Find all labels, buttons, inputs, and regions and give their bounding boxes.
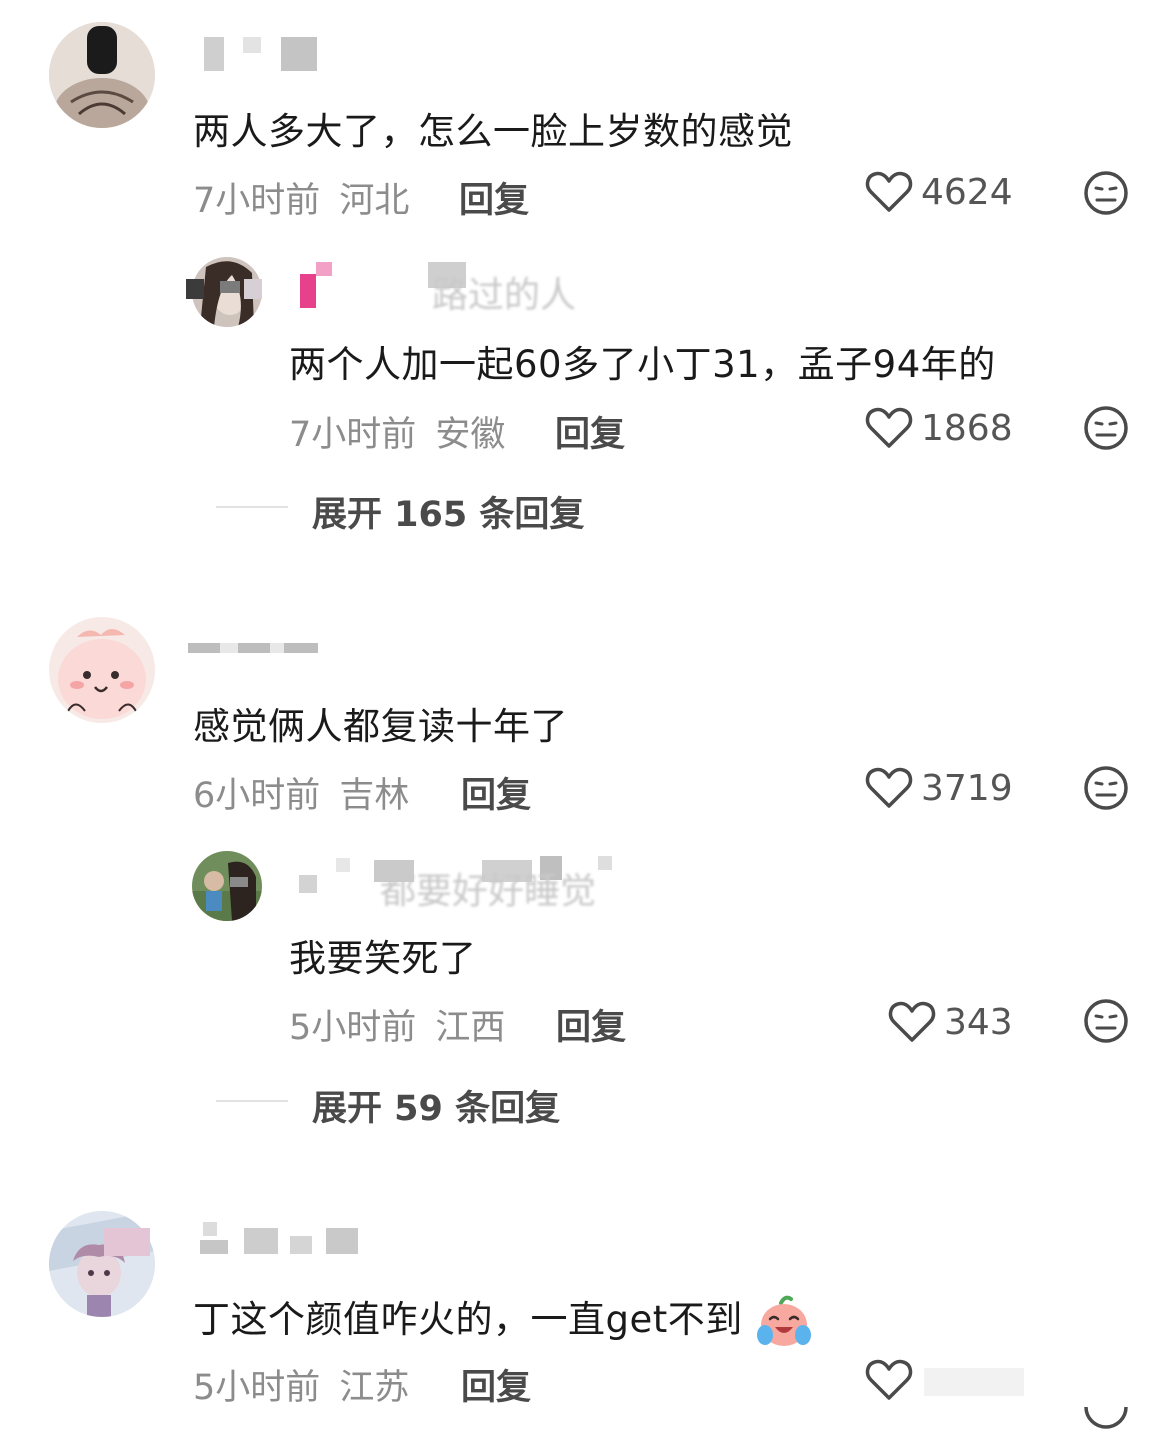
meh-face-icon[interactable] <box>1083 405 1129 451</box>
expand-divider <box>216 1100 288 1102</box>
like-count: 1868 <box>921 407 1013 449</box>
username-partial: 路过的人 <box>432 275 577 316</box>
crying-laughing-peach-emoji <box>757 1295 812 1346</box>
meh-face-icon[interactable] <box>1083 765 1129 811</box>
reply-time: 7小时前 <box>289 415 417 455</box>
comment-text: 感觉俩人都复读十年了 <box>193 705 568 748</box>
reply-text: 我要笑死了 <box>289 937 477 980</box>
comment-time: 6小时前 <box>193 776 321 816</box>
reply-text: 两个人加一起60多了小丁31，孟子94年的 <box>289 343 996 386</box>
avatar[interactable] <box>49 22 155 128</box>
username-partial: 都要好好睡觉 <box>380 871 597 912</box>
reply-button[interactable]: 回复 <box>459 172 529 223</box>
reply-button[interactable]: 回复 <box>555 406 625 457</box>
heart-outline-icon <box>888 1001 936 1042</box>
comment-time: 5小时前 <box>193 1368 321 1408</box>
avatar[interactable] <box>192 851 262 921</box>
like-count: 3719 <box>921 767 1013 809</box>
comment-location: 江苏 <box>339 1368 410 1408</box>
avatar[interactable] <box>49 617 155 723</box>
heart-outline-icon <box>865 1359 913 1400</box>
like-count-redaction <box>924 1368 1024 1396</box>
reply-time: 5小时前 <box>289 1008 417 1048</box>
comment-location: 吉林 <box>339 776 410 816</box>
meh-face-icon[interactable] <box>1083 170 1129 216</box>
avatar-redaction <box>186 279 204 299</box>
avatar[interactable] <box>49 1211 155 1317</box>
expand-divider <box>216 506 288 508</box>
reply-meta: 7小时前 安徽 <box>289 406 505 457</box>
like-count: 343 <box>944 1001 1013 1043</box>
avatar-redaction <box>104 1228 150 1256</box>
comment-meta: 6小时前 吉林 <box>193 767 409 818</box>
meh-face-icon[interactable] <box>1083 1384 1129 1430</box>
heart-outline-icon <box>865 767 913 808</box>
like-button[interactable]: 1868 <box>865 406 1013 450</box>
expand-replies-button[interactable]: 展开 59 条回复 <box>312 1080 560 1131</box>
comment-meta: 7小时前 河北 <box>193 172 409 223</box>
comment-text: 两人多大了，怎么一脸上岁数的感觉 <box>193 110 793 153</box>
comment-location: 河北 <box>339 181 410 221</box>
avatar-redaction <box>244 279 262 299</box>
like-button[interactable]: 343 <box>888 1000 1013 1044</box>
heart-outline-icon <box>865 171 913 212</box>
like-button[interactable]: 3719 <box>865 766 1013 810</box>
like-count: 4624 <box>921 171 1013 213</box>
comment-text-body: 丁这个颜值咋火的，一直get不到 <box>193 1298 743 1341</box>
reply-location: 江西 <box>435 1008 506 1048</box>
reply-button[interactable]: 回复 <box>556 999 626 1050</box>
reply-meta: 5小时前 江西 <box>289 999 505 1050</box>
meh-face-icon[interactable] <box>1083 998 1129 1044</box>
reply-button[interactable]: 回复 <box>461 767 531 818</box>
comment-time: 7小时前 <box>193 181 321 221</box>
like-button[interactable]: 4624 <box>865 170 1013 214</box>
expand-replies-button[interactable]: 展开 165 条回复 <box>312 486 584 537</box>
comment-meta: 5小时前 江苏 <box>193 1359 409 1410</box>
reply-button[interactable]: 回复 <box>461 1359 531 1410</box>
like-button[interactable] <box>865 1358 921 1402</box>
heart-outline-icon <box>865 407 913 448</box>
reply-location: 安徽 <box>435 415 506 455</box>
comment-text: 丁这个颜值咋火的，一直get不到 <box>193 1289 813 1349</box>
